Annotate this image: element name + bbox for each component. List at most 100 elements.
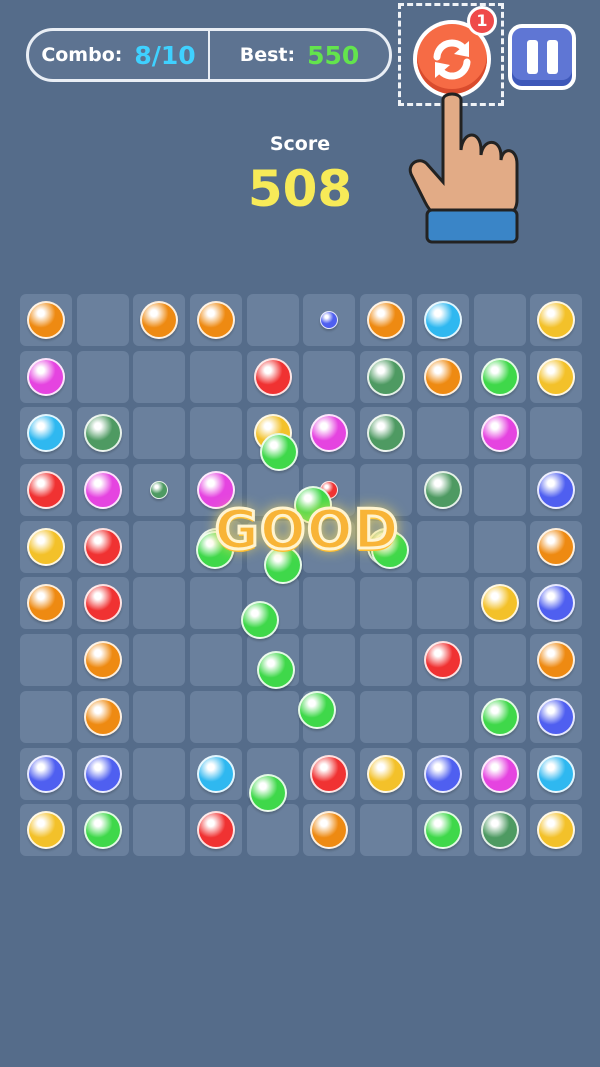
board-cell[interactable]	[530, 464, 583, 517]
board-cell[interactable]	[303, 350, 356, 403]
indigo-ball[interactable]	[83, 754, 122, 793]
orange-ball[interactable]	[367, 301, 406, 339]
board-cell[interactable]	[416, 747, 469, 800]
board-cell[interactable]	[360, 350, 413, 403]
green-ball[interactable]	[480, 697, 519, 736]
magenta-ball[interactable]	[480, 754, 519, 793]
green-ball[interactable]	[423, 811, 462, 850]
darkgreen-ball[interactable]	[150, 481, 169, 500]
blue-ball[interactable]	[423, 301, 462, 339]
board-cell[interactable]	[530, 804, 583, 857]
board-cell[interactable]	[20, 577, 72, 630]
board-cell[interactable]	[190, 804, 243, 857]
magenta-ball[interactable]	[310, 414, 349, 453]
board-cell[interactable]	[473, 690, 526, 743]
board-cell[interactable]	[360, 294, 413, 346]
board-cell[interactable]	[20, 350, 72, 403]
board-cell[interactable]	[246, 350, 299, 403]
red-ball[interactable]	[83, 584, 122, 623]
board-cell[interactable]	[76, 464, 129, 517]
board-cell[interactable]	[76, 747, 129, 800]
board-cell[interactable]	[416, 407, 469, 460]
yellow-ball[interactable]	[480, 584, 519, 623]
yellow-ball[interactable]	[537, 811, 576, 850]
indigo-ball[interactable]	[537, 471, 576, 510]
board-cell[interactable]	[473, 747, 526, 800]
board-cell[interactable]	[20, 407, 72, 460]
board-cell[interactable]	[190, 350, 243, 403]
magenta-ball[interactable]	[480, 414, 519, 453]
indigo-ball[interactable]	[537, 697, 576, 736]
board-cell[interactable]	[133, 804, 186, 857]
orange-ball[interactable]	[310, 811, 349, 850]
orange-ball[interactable]	[197, 301, 236, 339]
indigo-ball[interactable]	[27, 754, 65, 793]
orange-ball[interactable]	[27, 301, 65, 339]
pause-button[interactable]	[508, 24, 576, 90]
board-cell[interactable]	[473, 350, 526, 403]
board-cell[interactable]	[360, 407, 413, 460]
board-cell[interactable]	[530, 350, 583, 403]
blue-ball[interactable]	[27, 414, 65, 453]
board-cell[interactable]	[416, 577, 469, 630]
board-cell[interactable]	[133, 294, 186, 346]
board-cell[interactable]	[473, 294, 526, 346]
board-cell[interactable]	[303, 634, 356, 687]
orange-ball[interactable]	[140, 301, 179, 339]
board-cell[interactable]	[416, 294, 469, 346]
game-board[interactable]	[20, 294, 584, 857]
red-ball[interactable]	[197, 811, 236, 850]
orange-ball[interactable]	[537, 641, 576, 680]
green-ball[interactable]	[83, 811, 122, 850]
board-cell[interactable]	[76, 350, 129, 403]
yellow-ball[interactable]	[537, 357, 576, 396]
board-cell[interactable]	[303, 747, 356, 800]
indigo-ball[interactable]	[423, 754, 462, 793]
board-cell[interactable]	[530, 294, 583, 346]
board-cell[interactable]	[473, 464, 526, 517]
board-cell[interactable]	[416, 804, 469, 857]
board-cell[interactable]	[76, 634, 129, 687]
board-cell[interactable]	[133, 350, 186, 403]
board-cell[interactable]	[133, 464, 186, 517]
board-cell[interactable]	[246, 294, 299, 346]
board-cell[interactable]	[246, 804, 299, 857]
board-cell[interactable]	[76, 294, 129, 346]
board-cell[interactable]	[416, 634, 469, 687]
yellow-ball[interactable]	[537, 301, 576, 339]
darkgreen-ball[interactable]	[367, 414, 406, 453]
board-cell[interactable]	[133, 634, 186, 687]
board-cell[interactable]	[20, 747, 72, 800]
indigo-ball[interactable]	[320, 311, 339, 329]
orange-ball[interactable]	[83, 641, 122, 680]
board-cell[interactable]	[20, 294, 72, 346]
red-ball[interactable]	[83, 527, 122, 566]
darkgreen-ball[interactable]	[423, 471, 462, 510]
orange-ball[interactable]	[27, 584, 65, 623]
board-cell[interactable]	[246, 690, 299, 743]
board-cell[interactable]	[530, 634, 583, 687]
board-cell[interactable]	[133, 407, 186, 460]
board-cell[interactable]	[360, 690, 413, 743]
board-cell[interactable]	[530, 407, 583, 460]
board-cell[interactable]	[133, 577, 186, 630]
blue-ball[interactable]	[537, 754, 576, 793]
red-ball[interactable]	[310, 754, 349, 793]
orange-ball[interactable]	[537, 527, 576, 566]
darkgreen-ball[interactable]	[367, 357, 406, 396]
red-ball[interactable]	[423, 641, 462, 680]
red-ball[interactable]	[253, 357, 292, 396]
indigo-ball[interactable]	[537, 584, 576, 623]
board-cell[interactable]	[360, 747, 413, 800]
blue-ball[interactable]	[197, 754, 236, 793]
board-cell[interactable]	[303, 804, 356, 857]
board-cell[interactable]	[530, 747, 583, 800]
board-cell[interactable]	[76, 577, 129, 630]
darkgreen-ball[interactable]	[83, 414, 122, 453]
board-cell[interactable]	[20, 690, 72, 743]
board-cell[interactable]	[360, 577, 413, 630]
board-cell[interactable]	[530, 577, 583, 630]
board-cell[interactable]	[416, 690, 469, 743]
board-cell[interactable]	[190, 407, 243, 460]
darkgreen-ball[interactable]	[480, 811, 519, 850]
